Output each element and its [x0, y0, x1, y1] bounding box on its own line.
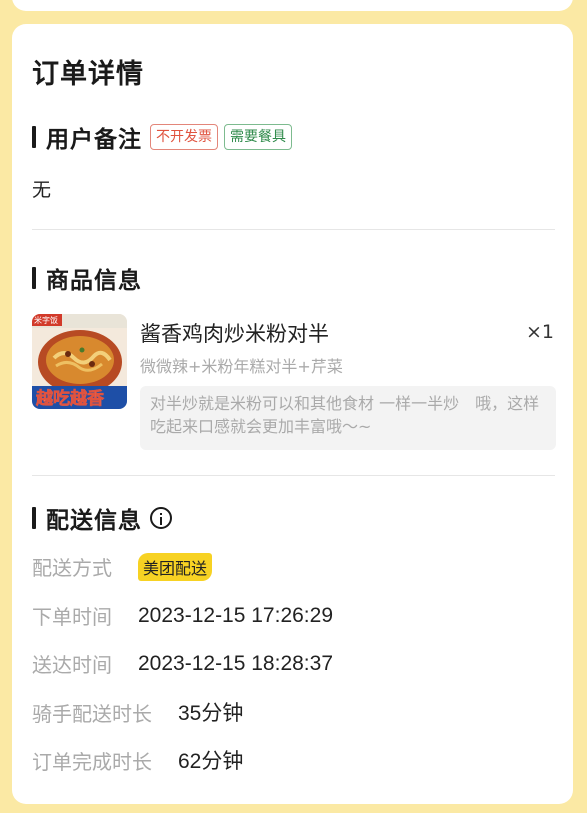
order-complete-duration-value: 62分钟 — [178, 750, 244, 773]
thumb-brand-text: 米字饭 — [34, 315, 58, 325]
order-detail-card: 订单详情 用户备注 不开发票 需要餐具 无 商品信息 米字饭 越吃越香 酱香鸡肉… — [12, 24, 573, 804]
rider-duration-value: 35分钟 — [178, 702, 244, 725]
arrival-time-row: 送达时间 2023-12-15 18:28:37 — [32, 649, 333, 678]
product-name: 酱香鸡肉炒米粉对半 — [140, 322, 329, 346]
product-spec: 微微辣+米粉年糕对半+芹菜 — [140, 357, 343, 376]
previous-card — [12, 0, 573, 11]
remark-text: 无 — [32, 179, 52, 201]
rider-duration-row: 骑手配送时长 35分钟 — [32, 697, 243, 727]
arrival-time-label: 送达时间 — [32, 653, 112, 677]
delivery-section-title: 配送信息 — [46, 508, 142, 534]
section-bar — [32, 126, 36, 148]
delivery-method-row: 配送方式 美团配送 — [32, 552, 213, 581]
goods-section-title: 商品信息 — [46, 268, 142, 294]
remark-section-title: 用户备注 — [46, 127, 142, 153]
no-invoice-tag: 不开发票 — [150, 124, 218, 150]
page-title: 订单详情 — [32, 59, 144, 90]
info-circle-icon[interactable] — [150, 507, 172, 529]
thumb-slogan-text: 越吃越香 — [35, 388, 104, 409]
delivery-method-label: 配送方式 — [32, 556, 112, 580]
delivery-method-badge: 美团配送 — [138, 552, 213, 581]
product-quantity: ×1 — [525, 321, 554, 343]
rider-duration-label: 骑手配送时长 — [32, 701, 152, 726]
order-time-label: 下单时间 — [32, 605, 112, 629]
divider — [32, 229, 555, 230]
goods-section-header: 商品信息 — [32, 261, 142, 295]
divider — [32, 475, 555, 476]
remark-section-header: 用户备注 不开发票 需要餐具 — [32, 120, 292, 154]
need-tableware-tag: 需要餐具 — [224, 124, 292, 150]
arrival-time-value: 2023-12-15 18:28:37 — [138, 651, 333, 675]
section-bar — [32, 507, 36, 529]
order-complete-duration-label: 订单完成时长 — [32, 749, 152, 774]
order-time-row: 下单时间 2023-12-15 17:26:29 — [32, 601, 333, 630]
product-thumbnail[interactable]: 米字饭 越吃越香 — [32, 314, 127, 409]
order-complete-duration-row: 订单完成时长 62分钟 — [32, 745, 243, 775]
delivery-section-header: 配送信息 — [32, 501, 172, 535]
order-time-value: 2023-12-15 17:26:29 — [138, 603, 333, 627]
section-bar — [32, 267, 36, 289]
product-description: 对半炒就是米粉可以和其他食材 一样一半炒 哦，这样吃起来口感就会更加丰富哦～~ — [140, 386, 556, 450]
